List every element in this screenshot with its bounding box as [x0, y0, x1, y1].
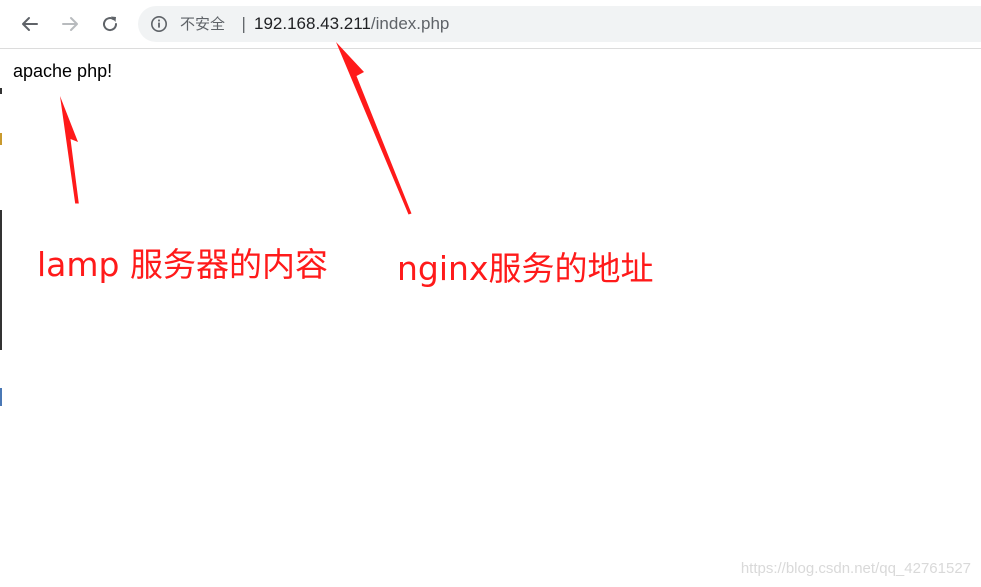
watermark-text: https://blog.csdn.net/qq_42761527 [740, 560, 971, 577]
page-body-text: apache php! [13, 61, 113, 81]
back-button[interactable] [16, 10, 44, 38]
address-separator: | [241, 14, 247, 33]
browser-toolbar: 不安全 | 192.168.43.211/index.php [0, 0, 981, 49]
lamp-annotation-label: lamp 服务器的内容 [37, 245, 328, 284]
left-edge-mark [0, 388, 2, 406]
right-annotation-arrow [336, 42, 412, 215]
url-text[interactable]: 192.168.43.211/index.php [254, 14, 449, 34]
nginx-annotation-label: nginx服务的地址 [397, 249, 654, 288]
left-annotation-arrow [60, 96, 79, 204]
address-bar[interactable]: 不安全 | 192.168.43.211/index.php [138, 6, 981, 42]
browser-window: 不安全 | 192.168.43.211/index.php apache ph… [0, 0, 981, 587]
reload-button[interactable] [96, 10, 124, 38]
security-status-label[interactable]: 不安全 [180, 15, 225, 33]
reload-icon [103, 16, 118, 32]
forward-arrow-icon [62, 17, 78, 31]
left-edge-mark [0, 88, 2, 94]
left-edge-bar [0, 210, 2, 350]
back-arrow-icon [22, 17, 38, 31]
forward-button[interactable] [56, 10, 84, 38]
info-icon[interactable] [150, 15, 168, 33]
left-edge-mark [0, 133, 2, 145]
annotation-arrows [60, 42, 412, 215]
url-host: 192.168.43.211 [254, 14, 371, 33]
url-path: /index.php [370, 14, 450, 33]
